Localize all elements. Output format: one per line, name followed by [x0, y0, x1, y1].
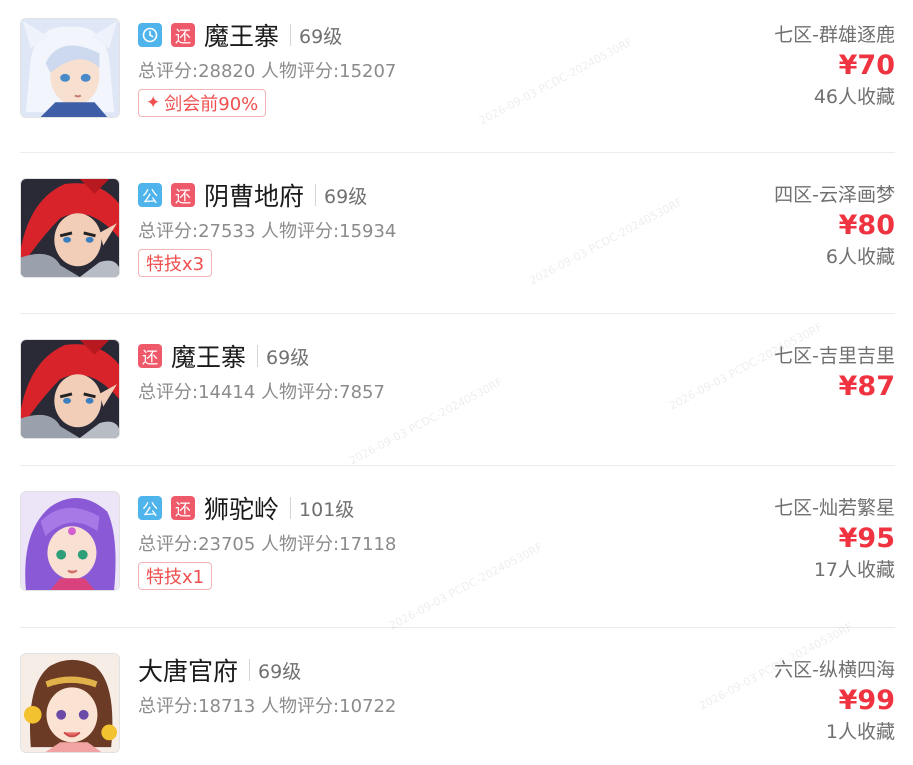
spark-icon: ✦ — [146, 93, 161, 113]
tag-huan: 还 — [138, 344, 162, 368]
listing-item[interactable]: 大唐官府 69级 总评分:18713 人物评分:10722 六区-纵横四海 ¥9… — [20, 653, 895, 755]
divider — [20, 465, 895, 466]
title-row: 还 魔王寨 69级 — [138, 18, 342, 52]
character-avatar[interactable] — [20, 18, 120, 118]
tag-huan: 还 — [171, 496, 195, 520]
character-avatar[interactable] — [20, 491, 120, 591]
scores: 总评分:18713 人物评分:10722 — [138, 696, 397, 717]
character-avatar[interactable] — [20, 339, 120, 439]
tag-huan: 还 — [171, 23, 195, 47]
divider — [20, 152, 895, 153]
skill-badge: 特技x3 — [138, 249, 213, 277]
scores: 总评分:27533 人物评分:15934 — [138, 221, 397, 242]
price: ¥95 — [838, 523, 895, 554]
scores: 总评分:23705 人物评分:17118 — [138, 534, 397, 555]
title-row: 还 魔王寨 69级 — [138, 339, 309, 373]
server-name: 七区-灿若繁星 — [774, 497, 895, 519]
price: ¥87 — [838, 371, 895, 402]
divider — [290, 497, 292, 519]
listing-item[interactable]: 公 还 狮驼岭 101级 总评分:23705 人物评分:17118 特技x1 七… — [20, 491, 895, 593]
server-name: 七区-吉里吉里 — [774, 345, 895, 367]
listing-item[interactable]: 还 魔王寨 69级 总评分:28820 人物评分:15207 ✦ 剑会前90% 七… — [20, 18, 895, 120]
divider — [315, 184, 317, 206]
listing-meta: 七区-灿若繁星 ¥95 17人收藏 — [774, 493, 895, 582]
tag-gong: 公 — [138, 496, 162, 520]
school-name: 魔王寨 — [204, 22, 280, 51]
arena-rank-badge: ✦ 剑会前90% — [138, 89, 267, 117]
favorite-count: 17人收藏 — [813, 559, 895, 581]
listing-meta: 四区-云泽画梦 ¥80 6人收藏 — [774, 180, 895, 269]
divider — [249, 659, 251, 681]
price: ¥80 — [838, 210, 895, 241]
favorite-count: 6人收藏 — [825, 246, 895, 268]
price: ¥99 — [838, 685, 895, 716]
divider — [20, 627, 895, 628]
tag-gong: 公 — [138, 183, 162, 207]
badge-label: 剑会前90% — [164, 94, 259, 115]
scores: 总评分:14414 人物评分:7857 — [138, 382, 385, 403]
character-avatar[interactable] — [20, 653, 120, 753]
listing-item[interactable]: 还 魔王寨 69级 总评分:14414 人物评分:7857 七区-吉里吉里 ¥8… — [20, 339, 895, 441]
school-name: 阴曹地府 — [204, 182, 305, 211]
favorite-count: 1人收藏 — [825, 721, 895, 743]
server-name: 四区-云泽画梦 — [774, 184, 895, 206]
server-name: 六区-纵横四海 — [774, 659, 895, 681]
level: 69级 — [299, 25, 343, 48]
school-name: 魔王寨 — [171, 343, 247, 372]
divider — [20, 313, 895, 314]
title-row: 公 还 狮驼岭 101级 — [138, 491, 354, 525]
listing-meta: 七区-群雄逐鹿 ¥70 46人收藏 — [774, 20, 895, 109]
skill-badge: 特技x1 — [138, 562, 213, 590]
tag-huan: 还 — [171, 183, 195, 207]
divider — [257, 345, 259, 367]
title-row: 大唐官府 69级 — [138, 653, 301, 687]
listing-item[interactable]: 公 还 阴曹地府 69级 总评分:27533 人物评分:15934 特技x3 四… — [20, 178, 895, 280]
price: ¥70 — [838, 50, 895, 81]
title-row: 公 还 阴曹地府 69级 — [138, 178, 367, 212]
school-name: 大唐官府 — [138, 657, 239, 686]
level: 101级 — [299, 498, 355, 521]
divider — [290, 24, 292, 46]
level: 69级 — [266, 346, 310, 369]
favorite-count: 46人收藏 — [813, 86, 895, 108]
scores: 总评分:28820 人物评分:15207 — [138, 61, 397, 82]
clock-icon — [138, 23, 162, 47]
level: 69级 — [258, 660, 302, 683]
listing-meta: 七区-吉里吉里 ¥87 — [774, 341, 895, 402]
listing-meta: 六区-纵横四海 ¥99 1人收藏 — [774, 655, 895, 744]
character-avatar[interactable] — [20, 178, 120, 278]
school-name: 狮驼岭 — [204, 495, 280, 524]
level: 69级 — [324, 185, 368, 208]
server-name: 七区-群雄逐鹿 — [774, 24, 895, 46]
